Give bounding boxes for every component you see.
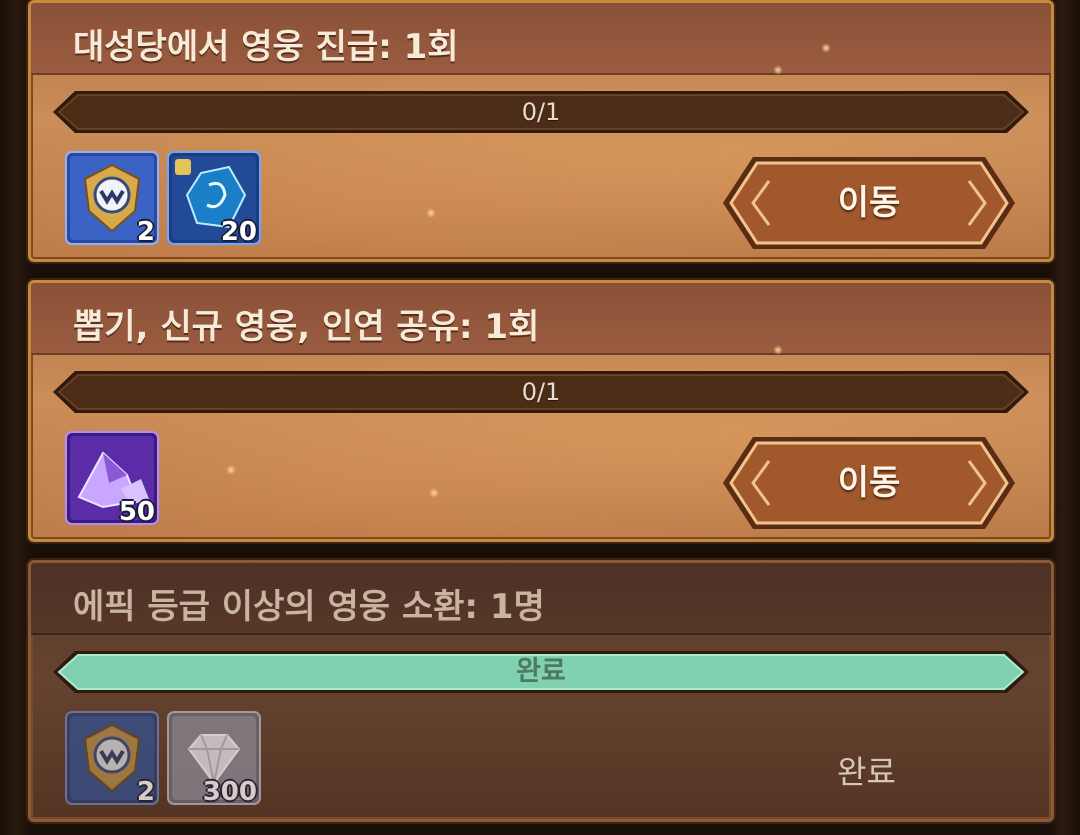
reward-count: 2 <box>136 217 155 245</box>
reward-item-blue-crystal[interactable]: 20 <box>167 151 261 245</box>
progress-bar: 0/1 <box>53 91 1029 133</box>
reward-item-diamond[interactable]: 300 <box>167 711 261 805</box>
quest-card-2: 뽑기, 신규 영웅, 인연 공유: 1회 0/1 50 이동 <box>28 280 1054 542</box>
progress-text: 0/1 <box>521 98 561 126</box>
sparkle-decoration <box>773 65 783 75</box>
reward-count: 20 <box>220 217 257 245</box>
quest-card-1: 대성당에서 영웅 진급: 1회 0/1 2 20 이동 <box>28 0 1054 262</box>
reward-count: 300 <box>202 777 257 805</box>
progress-text: 완료 <box>516 656 566 687</box>
reward-count: 2 <box>136 777 155 805</box>
move-button-label: 이동 <box>837 183 901 223</box>
completed-label: 완료 <box>837 753 896 791</box>
reward-item-guild-emblem[interactable]: 2 <box>65 151 159 245</box>
move-button-label: 이동 <box>837 463 901 503</box>
progress-bar: 완료 <box>53 651 1029 693</box>
progress-bar: 0/1 <box>53 371 1029 413</box>
quest-title: 대성당에서 영웅 진급: 1회 <box>73 27 459 67</box>
move-button[interactable]: 이동 <box>723 437 1015 529</box>
quest-card-3: 에픽 등급 이상의 영웅 소환: 1명 완료 2 300 완료 <box>28 560 1054 822</box>
sparkle-decoration <box>821 43 831 53</box>
sparkle-decoration <box>429 488 439 498</box>
reward-item-guild-emblem[interactable]: 2 <box>65 711 159 805</box>
quest-title: 에픽 등급 이상의 영웅 소환: 1명 <box>73 587 545 627</box>
progress-text: 0/1 <box>521 378 561 406</box>
sparkle-decoration <box>226 465 236 475</box>
sparkle-decoration <box>426 208 436 218</box>
sparkle-decoration <box>773 345 783 355</box>
quest-title: 뽑기, 신규 영웅, 인연 공유: 1회 <box>73 307 540 347</box>
reward-count: 50 <box>118 497 155 525</box>
reward-item-purple-crystal[interactable]: 50 <box>65 431 159 525</box>
move-button[interactable]: 이동 <box>723 157 1015 249</box>
